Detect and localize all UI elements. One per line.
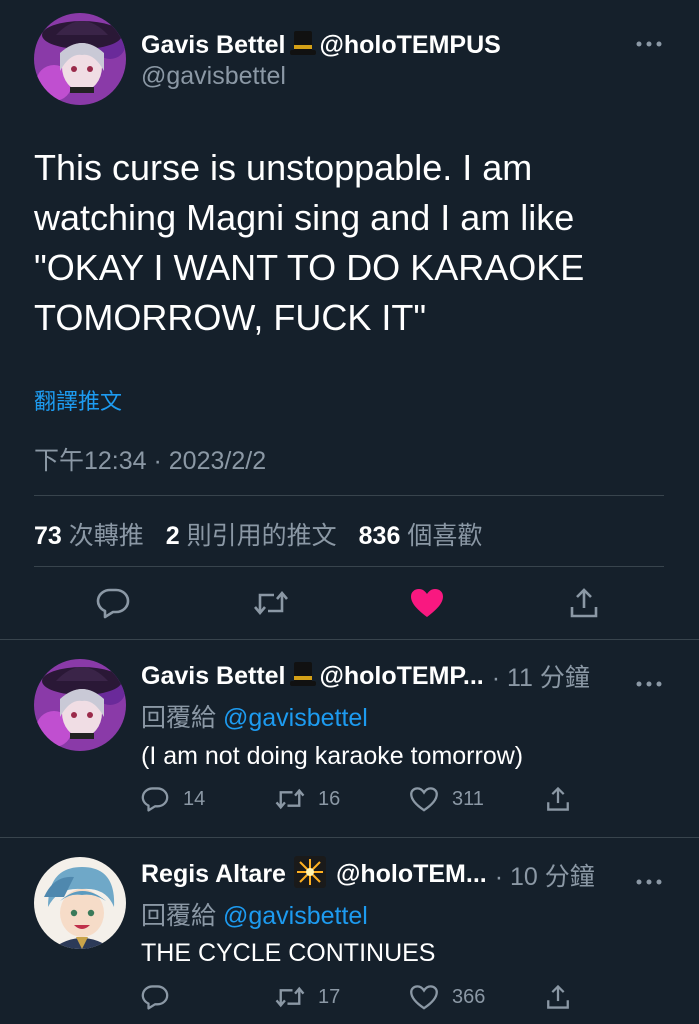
tweet-line: TOMORROW, FUCK IT" (34, 297, 427, 338)
heart-filled-icon (411, 589, 443, 617)
reply-actions: 14 16 311 (141, 784, 581, 816)
like-count: 836 (358, 522, 401, 550)
reply-header: Gavis Bettel @holoTEMP... · 11 分鐘 (141, 658, 590, 694)
display-name[interactable]: Regis Altare (141, 860, 286, 889)
display-name-suffix: @holoTEMP... (319, 661, 484, 690)
display-name[interactable]: Gavis Bettel (141, 31, 286, 60)
like-label: 個喜歡 (407, 522, 483, 550)
share-button[interactable] (564, 585, 604, 621)
retweet-count: 17 (318, 985, 341, 1008)
more-options-icon[interactable] (636, 668, 662, 694)
main-tweet-author[interactable]: Gavis Bettel @holoTEMPUS (141, 28, 501, 63)
reply-header: Regis Altare @holoTEM... · 10 分鐘 (141, 856, 595, 893)
retweet-icon (254, 590, 288, 616)
retweet-count: 73 (34, 522, 62, 550)
sparkler-icon (293, 856, 326, 893)
replying-to: 回覆給 @gavisbettel (141, 896, 368, 932)
retweet-button[interactable]: 16 (274, 784, 340, 814)
share-icon (547, 984, 569, 1009)
tweet-line: watching Magni sing and I am like (34, 197, 575, 238)
tweet-line: "OKAY I WANT TO DO KARAOKE (34, 247, 585, 288)
avatar-image (34, 659, 126, 751)
retweet-button[interactable]: 17 (274, 982, 340, 1012)
quote-count: 2 (165, 522, 180, 550)
reply-time[interactable]: · 11 分鐘 (492, 658, 590, 694)
display-name-suffix: @holoTEMPUS (319, 31, 501, 59)
replying-to-handle[interactable]: @gavisbettel (223, 902, 368, 930)
top-hat-icon (288, 28, 318, 63)
like-count: 311 (452, 787, 484, 810)
divider (34, 566, 664, 567)
heart-icon (410, 984, 438, 1010)
tweet-line: This curse is unstoppable. I am (34, 147, 533, 188)
retweet-label: 次轉推 (68, 522, 144, 550)
avatar-image (34, 13, 126, 105)
share-icon (570, 588, 598, 618)
tweet-body: This curse is unstoppable. I am watching… (34, 143, 674, 343)
share-button[interactable] (545, 982, 571, 1012)
display-name[interactable]: Gavis Bettel (141, 662, 286, 691)
retweet-icon (275, 788, 305, 810)
reply-button[interactable] (93, 585, 133, 621)
reply-icon (141, 787, 169, 812)
avatar-image (34, 857, 126, 949)
translate-tweet-link[interactable]: 翻譯推文 (34, 384, 122, 416)
divider (34, 495, 664, 496)
quote-label: 則引用的推文 (186, 522, 337, 550)
heart-icon (410, 786, 438, 812)
retweet-count: 16 (318, 787, 341, 810)
like-count: 366 (452, 985, 486, 1008)
like-button[interactable]: 311 (410, 784, 484, 814)
divider (0, 837, 699, 838)
tweet-timestamp[interactable]: 下午12:34 · 2023/2/2 (34, 441, 266, 477)
reply-time[interactable]: · 10 分鐘 (495, 857, 595, 893)
like-stat[interactable]: 836 個喜歡 (359, 516, 483, 552)
retweet-stat[interactable]: 73 次轉推 (34, 516, 144, 552)
author-handle[interactable]: @gavisbettel (141, 62, 286, 91)
share-icon (547, 786, 569, 811)
retweet-button[interactable] (251, 585, 291, 621)
reply-avatar[interactable] (34, 659, 126, 751)
main-tweet-avatar[interactable] (34, 13, 126, 105)
tweet-stats: 73 次轉推 2 則引用的推文 836 個喜歡 (34, 516, 482, 552)
replying-to-handle[interactable]: @gavisbettel (223, 704, 368, 732)
more-options-icon[interactable] (636, 866, 662, 892)
like-button[interactable]: 366 (410, 982, 485, 1012)
reply-button[interactable] (141, 982, 183, 1012)
quote-stat[interactable]: 2 則引用的推文 (166, 516, 337, 552)
replying-to-label: 回覆給 (141, 902, 217, 930)
reply-count: 14 (183, 787, 206, 810)
share-button[interactable] (545, 784, 571, 814)
reply-button[interactable]: 14 (141, 784, 205, 814)
replying-to-label: 回覆給 (141, 704, 217, 732)
replying-to: 回覆給 @gavisbettel (141, 698, 368, 734)
reply-icon (96, 588, 130, 619)
reply-body: THE CYCLE CONTINUES (141, 939, 436, 967)
top-hat-icon (288, 659, 318, 694)
reply-actions: 17 366 (141, 982, 581, 1014)
reply-avatar[interactable] (34, 857, 126, 949)
retweet-icon (275, 986, 305, 1008)
like-button[interactable] (407, 585, 447, 621)
divider (0, 639, 699, 640)
reply-icon (141, 985, 169, 1010)
reply-body: (I am not doing karaoke tomorrow) (141, 742, 524, 770)
display-name-suffix: @holoTEM... (335, 860, 487, 888)
more-options-icon[interactable] (636, 28, 662, 54)
